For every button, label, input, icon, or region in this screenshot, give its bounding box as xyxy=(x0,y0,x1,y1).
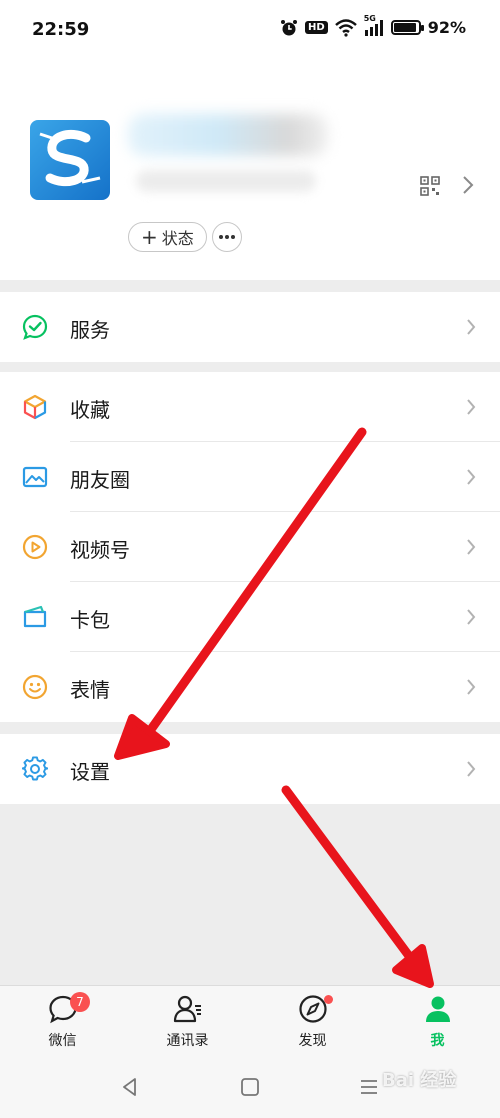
unread-badge: 7 xyxy=(70,992,90,1012)
status-button-label: 状态 xyxy=(161,229,194,248)
menu-label-favorites: 收藏 xyxy=(70,398,110,422)
menu-lines-icon[interactable] xyxy=(357,1075,381,1099)
sticker-smile-icon xyxy=(22,674,48,700)
menu-label-settings: 设置 xyxy=(70,760,110,784)
network-type: 5G xyxy=(363,13,376,23)
menu-item-service[interactable]: 服务 xyxy=(0,292,500,362)
more-dots-icon xyxy=(219,235,235,239)
chevron-right-icon xyxy=(467,539,476,555)
avatar[interactable] xyxy=(30,120,110,200)
tab-label-discover: 发现 xyxy=(298,1033,327,1049)
tab-me[interactable]: 我 xyxy=(375,986,500,1058)
tab-label-chats: 微信 xyxy=(48,1033,77,1049)
add-status-button[interactable]: + 状态 xyxy=(128,222,207,252)
battery-icon xyxy=(390,20,424,35)
profile-chevron-right-icon[interactable] xyxy=(462,174,474,196)
menu-item-channels[interactable]: 视频号 xyxy=(0,512,500,582)
contacts-person-icon xyxy=(173,995,201,1023)
battery-percent: 92% xyxy=(427,18,466,37)
settings-group: 设置 xyxy=(0,734,500,804)
service-check-icon xyxy=(22,314,48,340)
arrow-to-me-tab xyxy=(281,785,434,988)
discover-notification-dot xyxy=(324,995,333,1004)
status-icons: HD 5G 92% xyxy=(280,14,466,37)
tab-discover[interactable]: 发现 xyxy=(250,986,375,1058)
qr-code-icon[interactable] xyxy=(420,176,440,196)
me-person-icon xyxy=(426,996,450,1022)
chevron-right-icon xyxy=(467,319,476,335)
tab-chats[interactable]: 7 微信 xyxy=(0,986,125,1058)
home-square-icon[interactable] xyxy=(238,1075,262,1099)
plus-icon: + xyxy=(141,225,158,249)
menu-label-channels: 视频号 xyxy=(70,538,130,562)
chevron-right-icon xyxy=(467,609,476,625)
chevron-right-icon xyxy=(467,761,476,777)
tab-contacts[interactable]: 通讯录 xyxy=(125,986,250,1058)
gear-icon xyxy=(22,756,48,781)
tab-label-contacts: 通讯录 xyxy=(166,1033,209,1049)
status-time: 22:59 xyxy=(32,19,90,40)
profile-name-blurred xyxy=(128,114,328,156)
main-menu-group: 收藏 朋友圈 视频号 卡包 表情 xyxy=(0,372,500,722)
chevron-right-icon xyxy=(467,679,476,695)
menu-label-service: 服务 xyxy=(70,318,110,342)
tab-label-me: 我 xyxy=(430,1033,445,1049)
service-group: 服务 xyxy=(0,292,500,362)
menu-label-stickers: 表情 xyxy=(70,678,110,702)
menu-item-moments[interactable]: 朋友圈 xyxy=(0,442,500,512)
menu-item-favorites[interactable]: 收藏 xyxy=(0,372,500,442)
menu-item-settings[interactable]: 设置 xyxy=(0,734,500,804)
alarm-icon xyxy=(281,19,298,35)
avatar-logo-icon xyxy=(39,130,101,187)
menu-label-moments: 朋友圈 xyxy=(70,468,130,492)
menu-item-stickers[interactable]: 表情 xyxy=(0,652,500,722)
profile-header[interactable]: + 状态 xyxy=(0,62,500,280)
menu-label-card-wallet: 卡包 xyxy=(70,608,110,632)
profile-id-blurred xyxy=(136,170,316,192)
moments-image-icon xyxy=(22,466,48,488)
menu-item-card-wallet[interactable]: 卡包 xyxy=(0,582,500,652)
hd-badge: HD xyxy=(305,21,328,34)
favorites-cube-icon xyxy=(23,394,47,420)
status-bar: 22:59 HD 5G 92% xyxy=(0,0,500,62)
channels-play-icon xyxy=(22,534,48,560)
bottom-tab-bar: 7 微信 通讯录 发现 我 xyxy=(0,985,500,1057)
watermark-text: Bai 经验 xyxy=(382,1070,457,1091)
signal-icon: 5G xyxy=(364,14,384,36)
back-triangle-icon[interactable] xyxy=(118,1075,142,1099)
chevron-right-icon xyxy=(467,399,476,415)
wifi-icon xyxy=(334,18,357,37)
more-button[interactable] xyxy=(212,222,242,252)
chevron-right-icon xyxy=(467,469,476,485)
card-wallet-icon xyxy=(23,605,47,628)
